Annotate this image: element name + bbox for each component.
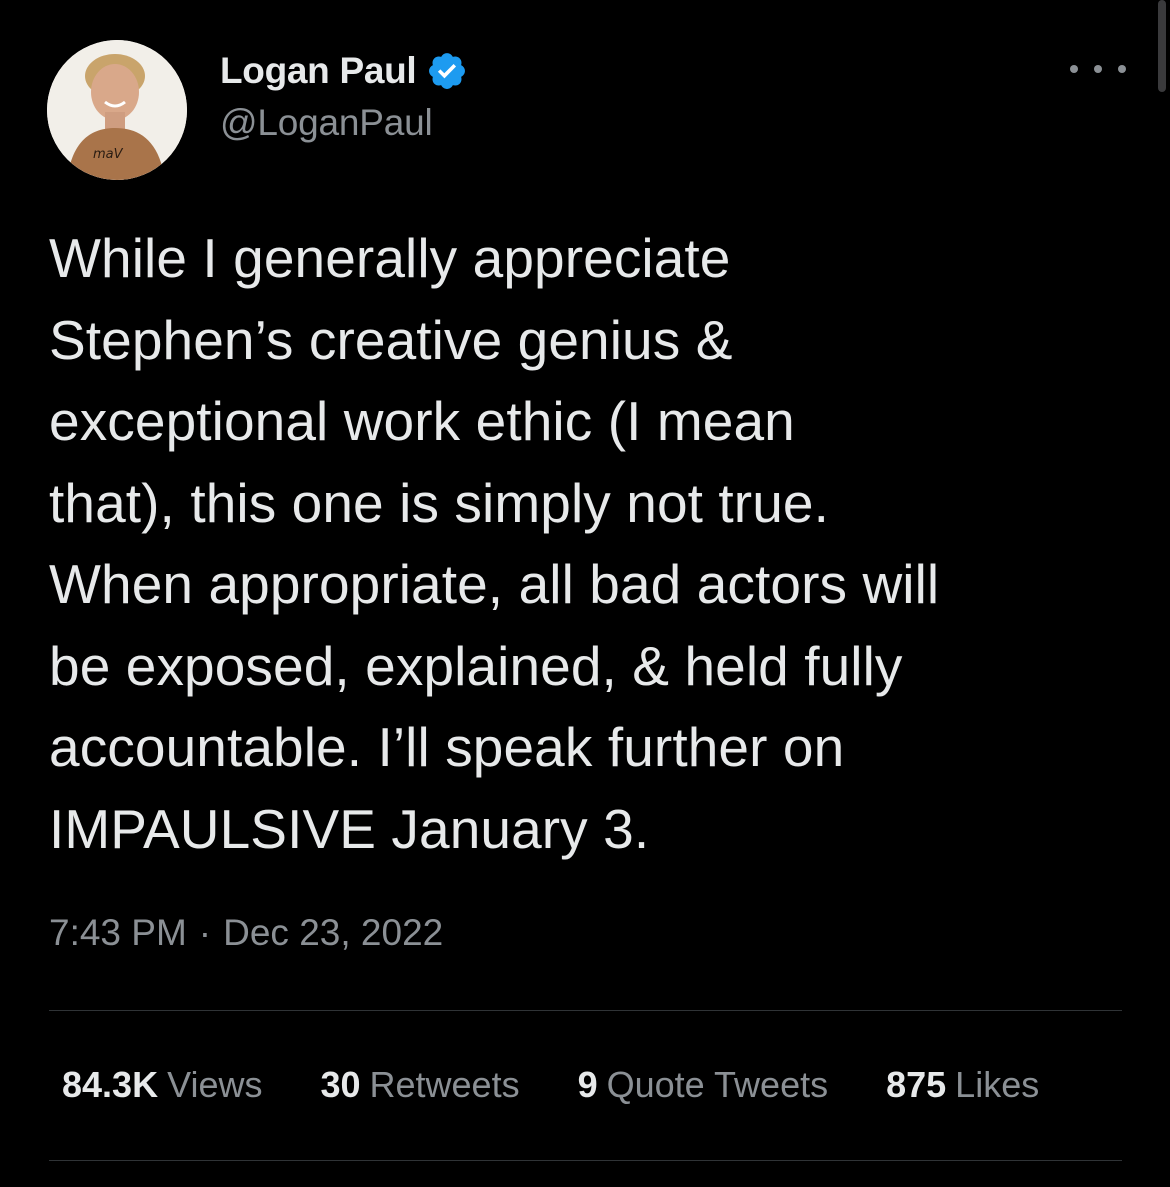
more-dot (1070, 65, 1078, 73)
views-label: Views (167, 1064, 263, 1105)
stat-likes[interactable]: 875 Likes (886, 1064, 1039, 1106)
timestamp-separator: · (198, 912, 212, 953)
likes-label[interactable]: Likes (955, 1064, 1039, 1106)
verified-badge-icon (426, 50, 468, 92)
author-handle[interactable]: @LoganPaul (220, 102, 433, 144)
author-display-name[interactable]: Logan Paul (220, 50, 417, 92)
tweet-time[interactable]: 7:43 PM (49, 912, 187, 954)
divider (49, 1010, 1122, 1011)
views-count: 84.3K (62, 1064, 159, 1105)
more-dot (1094, 65, 1102, 73)
stat-views: 84.3K Views (62, 1064, 262, 1106)
retweets-count[interactable]: 30 (320, 1064, 360, 1106)
more-dot (1118, 65, 1126, 73)
avatar[interactable]: maV (47, 40, 187, 180)
retweets-label[interactable]: Retweets (370, 1064, 520, 1106)
more-options-icon[interactable] (1070, 54, 1126, 84)
tweet-stats: 84.3K Views 30 Retweets 9 Quote Tweets 8… (62, 1064, 1039, 1106)
tweet-timestamp[interactable]: 7:43 PM · Dec 23, 2022 (49, 912, 443, 954)
scrollbar[interactable] (1158, 0, 1166, 92)
quote-tweets-label[interactable]: Quote Tweets (607, 1064, 828, 1106)
tweet-date[interactable]: Dec 23, 2022 (223, 912, 443, 954)
likes-count[interactable]: 875 (886, 1064, 946, 1106)
stat-quote-tweets[interactable]: 9 Quote Tweets (578, 1064, 829, 1106)
divider (49, 1160, 1122, 1161)
avatar-shirt-text: maV (93, 147, 124, 162)
stat-retweets[interactable]: 30 Retweets (320, 1064, 519, 1106)
quote-tweets-count[interactable]: 9 (578, 1064, 598, 1106)
author-name-row[interactable]: Logan Paul (220, 46, 468, 96)
tweet-text: While I generally appreciate Stephen’s c… (49, 227, 940, 860)
avatar-image: maV (47, 40, 187, 180)
